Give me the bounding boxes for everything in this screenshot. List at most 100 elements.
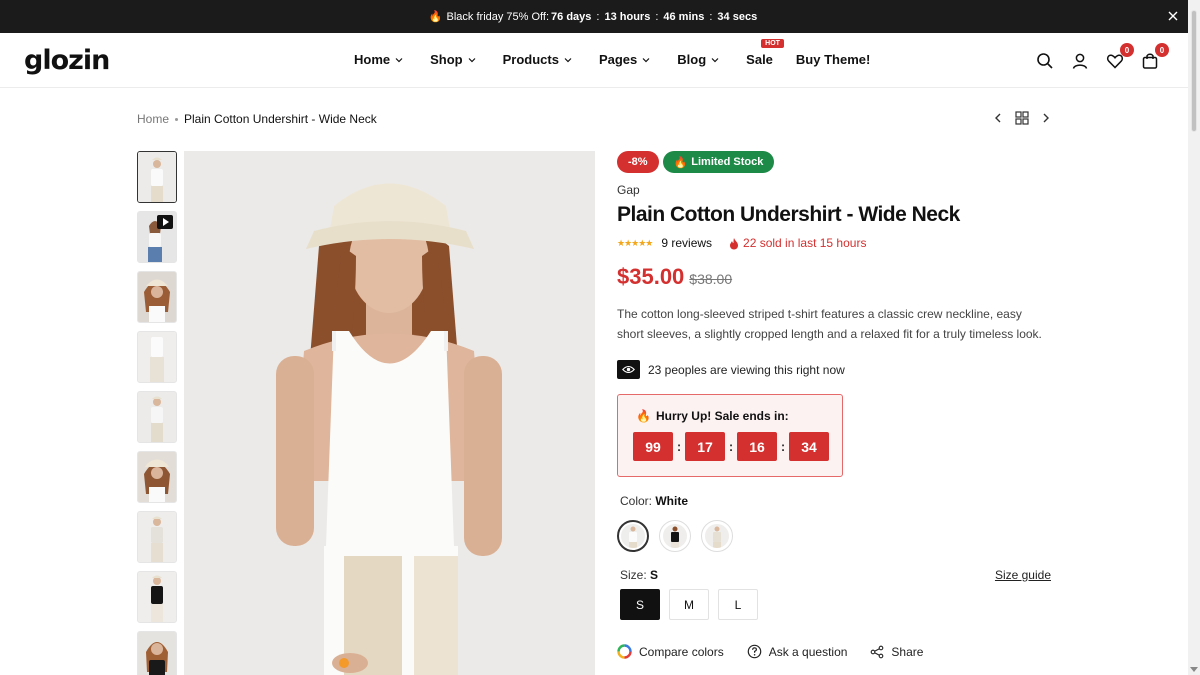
breadcrumb-current: Plain Cotton Undershirt - Wide Neck: [184, 112, 377, 126]
thumbnail[interactable]: [137, 571, 177, 623]
countdown-timer: 99 : 17 : 16 : 34: [633, 432, 829, 461]
share-icon: [871, 645, 884, 658]
ask-question-label: Ask a question: [768, 644, 848, 659]
color-swatch-white[interactable]: [617, 520, 649, 552]
countdown-mins-box: 16: [737, 432, 777, 461]
thumbnail[interactable]: [137, 511, 177, 563]
header-icons: 0 0: [1020, 43, 1169, 71]
search-icon[interactable]: [1035, 51, 1055, 71]
size-options: S M L: [620, 589, 1057, 620]
ask-question-button[interactable]: Ask a question: [747, 644, 848, 659]
countdown-mins: 46 mins: [663, 10, 705, 23]
size-label: Size:: [620, 568, 647, 582]
grid-icon: [1015, 111, 1029, 125]
size-option-l[interactable]: L: [718, 589, 758, 620]
share-button[interactable]: Share: [870, 644, 923, 659]
sold-text: 22 sold in last 15 hours: [743, 236, 867, 250]
chevron-down-icon: [395, 57, 403, 62]
compare-colors-button[interactable]: Compare colors: [617, 644, 724, 659]
grid-view-button[interactable]: [1015, 111, 1029, 130]
fire-icon: 🔥: [428, 11, 443, 23]
nav-pages[interactable]: Pages: [599, 52, 650, 67]
thumbnail-image: [138, 512, 176, 562]
countdown-hours: 13 hours: [604, 10, 651, 23]
thumbnail[interactable]: [137, 391, 177, 443]
nav-products[interactable]: Products: [503, 52, 572, 67]
next-product-button[interactable]: [1039, 111, 1053, 130]
page-scrollbar[interactable]: [1188, 0, 1200, 675]
thumbnail-video[interactable]: [137, 211, 177, 263]
sold-indicator: 22 sold in last 15 hours: [728, 236, 866, 250]
wishlist-count: 0: [1120, 43, 1134, 57]
viewing-text: 23 peoples are viewing this right now: [648, 362, 845, 377]
compare-colors-label: Compare colors: [639, 644, 724, 659]
thumbnail-image: [138, 332, 176, 382]
vendor[interactable]: Gap: [617, 183, 1057, 197]
thumbnail[interactable]: [137, 271, 177, 323]
stock-badge: 🔥 Limited Stock: [662, 151, 775, 173]
thumbnail[interactable]: [137, 631, 177, 675]
product-info: -8% 🔥 Limited Stock Gap Plain Cotton Und…: [617, 151, 1057, 659]
nav-shop[interactable]: Shop: [430, 52, 476, 67]
badge-row: -8% 🔥 Limited Stock: [617, 151, 1057, 173]
account-icon[interactable]: [1070, 51, 1090, 71]
nav-buy-theme[interactable]: Buy Theme!: [796, 52, 870, 67]
breadcrumb-home[interactable]: Home: [137, 112, 169, 126]
sale-countdown: 🔥 Hurry Up! Sale ends in: 99 : 17 : 16 :…: [617, 394, 843, 477]
chevron-right-icon: [1043, 113, 1049, 123]
color-swatches: [617, 520, 1057, 552]
close-icon[interactable]: [1166, 9, 1180, 23]
logo[interactable]: glozin: [24, 45, 110, 76]
product-actions: Compare colors Ask a question Share: [617, 644, 1057, 659]
thumbnail-image: [138, 152, 176, 202]
wishlist-button[interactable]: 0: [1105, 43, 1134, 71]
countdown-separator: :: [728, 439, 734, 454]
scroll-down-arrow[interactable]: [1190, 667, 1198, 672]
size-value: S: [650, 568, 659, 582]
color-swatch-beige[interactable]: [701, 520, 733, 552]
hurry-label: Hurry Up! Sale ends in:: [655, 409, 789, 423]
color-label: Color:: [620, 494, 653, 508]
scrollbar-thumb[interactable]: [1191, 10, 1197, 132]
swatch-image: [621, 524, 645, 548]
nav-sale[interactable]: Sale HOT: [746, 39, 784, 67]
compare-price: $38.00: [689, 271, 733, 287]
chevron-down-icon: [564, 57, 572, 62]
main-nav: Home Shop Products Pages Blog Sale HOT B…: [354, 39, 897, 67]
thumbnail[interactable]: [137, 151, 177, 203]
price-row: $35.00 $38.00: [617, 264, 1057, 290]
discount-badge: -8%: [617, 151, 659, 173]
product-pager: [991, 111, 1063, 130]
countdown-days: 76 days: [551, 10, 592, 23]
eye-icon: [617, 360, 640, 379]
hot-badge: HOT: [761, 39, 784, 48]
thumbnail-image: [138, 632, 176, 675]
reviews-link[interactable]: 9 reviews: [661, 236, 712, 250]
breadcrumb: Home Plain Cotton Undershirt - Wide Neck: [137, 112, 377, 126]
hurry-heading: 🔥 Hurry Up! Sale ends in:: [636, 409, 789, 423]
previous-product-button[interactable]: [991, 111, 1005, 130]
thumbnail[interactable]: [137, 331, 177, 383]
nav-blog[interactable]: Blog: [677, 52, 719, 67]
chevron-down-icon: [711, 57, 719, 62]
main-product-image[interactable]: [184, 151, 595, 675]
rating-row: ★★★★★ 9 reviews 22 sold in last 15 hours: [617, 236, 1057, 250]
color-swatch-black[interactable]: [659, 520, 691, 552]
play-icon: [157, 215, 173, 229]
share-label: Share: [891, 644, 924, 659]
color-value: White: [655, 494, 689, 508]
question-icon: [747, 644, 762, 659]
swatch-image: [705, 524, 729, 548]
product-title: Plain Cotton Undershirt - Wide Neck: [617, 203, 960, 226]
nav-home[interactable]: Home: [354, 52, 403, 67]
color-label-row: Color: White: [620, 494, 1057, 508]
product-description: The cotton long-sleeved striped t-shirt …: [617, 307, 1042, 341]
size-option-m[interactable]: M: [669, 589, 709, 620]
countdown-secs: 34 secs: [717, 10, 758, 23]
size-guide-link[interactable]: Size guide: [995, 568, 1051, 582]
thumbnail[interactable]: [137, 451, 177, 503]
cart-button[interactable]: 0: [1140, 43, 1169, 71]
size-option-s[interactable]: S: [620, 589, 660, 620]
countdown-separator: :: [780, 439, 786, 454]
thumbnail-image: [138, 572, 176, 622]
